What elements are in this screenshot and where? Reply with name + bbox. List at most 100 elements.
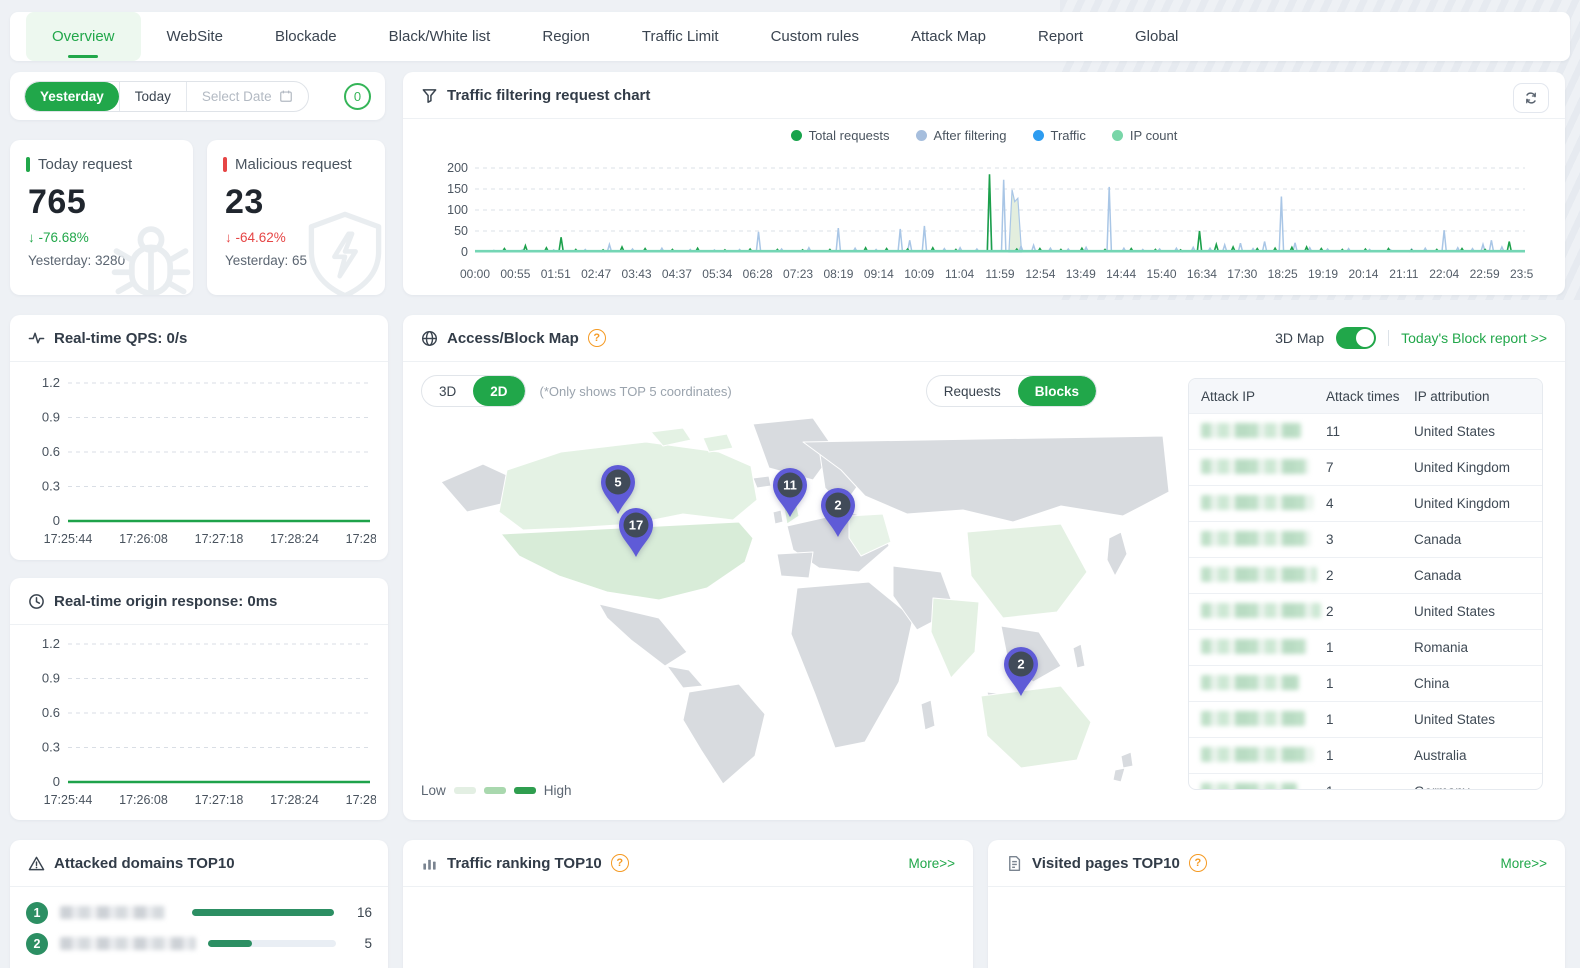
nav-tab-blockade[interactable]: Blockade bbox=[249, 12, 363, 61]
chart-legend: Total requests After filtering Traffic IP c… bbox=[403, 128, 1565, 143]
map-pin-17[interactable]: 17 bbox=[614, 505, 658, 559]
yesterday-button[interactable]: Yesterday bbox=[25, 82, 119, 111]
svg-text:150: 150 bbox=[447, 182, 468, 196]
nav-tab-attack-map[interactable]: Attack Map bbox=[885, 12, 1012, 61]
legend-dot bbox=[1112, 130, 1123, 141]
masked-ip bbox=[1201, 711, 1305, 726]
masked-ip bbox=[1201, 531, 1311, 546]
svg-text:07:23: 07:23 bbox=[783, 267, 813, 281]
notification-count-badge: 0 bbox=[344, 83, 371, 110]
refresh-icon bbox=[1523, 90, 1539, 106]
attack-ip-row: 1Germany bbox=[1189, 773, 1542, 790]
masked-ip bbox=[1201, 567, 1317, 582]
map-panel-title: Access/Block Map bbox=[447, 330, 579, 347]
attack-times: 3 bbox=[1326, 532, 1414, 547]
legend-item-total-requests[interactable]: Total requests bbox=[791, 128, 890, 143]
ip-attribution: United Kingdom bbox=[1414, 460, 1530, 475]
today-button[interactable]: Today bbox=[119, 82, 186, 111]
masked-ip bbox=[1201, 459, 1309, 474]
select-date-placeholder: Select Date bbox=[202, 89, 272, 104]
svg-text:16:34: 16:34 bbox=[1187, 267, 1217, 281]
svg-text:1.2: 1.2 bbox=[42, 375, 60, 390]
select-date-input[interactable]: Select Date bbox=[186, 82, 308, 111]
svg-text:17:27:18: 17:27:18 bbox=[195, 532, 244, 546]
nav-tab-black-white-list[interactable]: Black/White list bbox=[363, 12, 517, 61]
map-3d-toggle[interactable] bbox=[1336, 327, 1376, 349]
svg-text:0.3: 0.3 bbox=[42, 479, 60, 494]
legend-dot bbox=[1033, 130, 1044, 141]
legend-dot bbox=[916, 130, 927, 141]
visited-more-link[interactable]: More>> bbox=[1500, 856, 1547, 871]
svg-text:0.9: 0.9 bbox=[42, 671, 60, 686]
svg-text:04:37: 04:37 bbox=[662, 267, 692, 281]
visited-pages-panel: Visited pages TOP10 ? More>> bbox=[988, 840, 1565, 968]
svg-text:03:43: 03:43 bbox=[622, 267, 652, 281]
blocks-button[interactable]: Blocks bbox=[1018, 376, 1096, 406]
nav-tab-website[interactable]: WebSite bbox=[141, 12, 249, 61]
heat-swatch-mid bbox=[484, 787, 506, 794]
requests-button[interactable]: Requests bbox=[927, 376, 1018, 406]
attack-ip-row: 2Canada bbox=[1189, 557, 1542, 593]
nav-tab-overview[interactable]: Overview bbox=[26, 12, 141, 61]
svg-text:50: 50 bbox=[454, 224, 468, 238]
ranking-more-link[interactable]: More>> bbox=[908, 856, 955, 871]
map-pin-2[interactable]: 2 bbox=[999, 644, 1043, 698]
attack-ip-row: 3Canada bbox=[1189, 521, 1542, 557]
svg-text:0.3: 0.3 bbox=[42, 740, 60, 755]
masked-ip bbox=[1201, 783, 1297, 791]
divider bbox=[1388, 330, 1389, 346]
ranking-help-icon[interactable]: ? bbox=[611, 854, 629, 872]
masked-ip bbox=[1201, 495, 1313, 510]
ip-attribution: Australia bbox=[1414, 748, 1530, 763]
nav-tab-traffic-limit[interactable]: Traffic Limit bbox=[616, 12, 745, 61]
malicious-request-label-row: Malicious request bbox=[223, 156, 369, 173]
block-report-link[interactable]: Today's Block report >> bbox=[1401, 330, 1547, 346]
map-help-icon[interactable]: ? bbox=[588, 329, 606, 347]
visited-help-icon[interactable]: ? bbox=[1189, 854, 1207, 872]
svg-text:17:28:24: 17:28:24 bbox=[270, 532, 319, 546]
traffic-ranking-title: Traffic ranking TOP10 bbox=[447, 855, 602, 872]
map-note: (*Only shows TOP 5 coordinates) bbox=[540, 384, 732, 399]
svg-text:200: 200 bbox=[447, 161, 468, 175]
attack-ip-row: 1Australia bbox=[1189, 737, 1542, 773]
masked-ip bbox=[1201, 747, 1313, 762]
svg-text:17:28:24: 17:28:24 bbox=[270, 793, 319, 807]
nav-tab-region[interactable]: Region bbox=[516, 12, 616, 61]
svg-text:17:30: 17:30 bbox=[1227, 267, 1257, 281]
date-selector-card: Yesterday Today Select Date 0 bbox=[10, 72, 385, 120]
svg-text:17:27:18: 17:27:18 bbox=[195, 793, 244, 807]
map-2d-button[interactable]: 2D bbox=[473, 376, 524, 406]
svg-text:15:40: 15:40 bbox=[1147, 267, 1177, 281]
svg-text:0.6: 0.6 bbox=[42, 444, 60, 459]
map-3d-button[interactable]: 3D bbox=[422, 376, 473, 406]
map-pin-11[interactable]: 11 bbox=[768, 465, 812, 519]
svg-text:23:55: 23:55 bbox=[1510, 267, 1533, 281]
nav-tab-custom-rules[interactable]: Custom rules bbox=[745, 12, 885, 61]
nav-tab-global[interactable]: Global bbox=[1109, 12, 1204, 61]
nav-tab-report[interactable]: Report bbox=[1012, 12, 1109, 61]
attack-times: 1 bbox=[1326, 640, 1414, 655]
map-panel: Access/Block Map ? 3D Map Today's Block … bbox=[403, 315, 1565, 820]
ip-attribution: China bbox=[1414, 676, 1530, 691]
ip-attribution: Canada bbox=[1414, 532, 1530, 547]
map-pin-2[interactable]: 2 bbox=[816, 485, 860, 539]
svg-text:13:49: 13:49 bbox=[1066, 267, 1096, 281]
legend-item-ip-count[interactable]: IP count bbox=[1112, 128, 1177, 143]
attack-times: 7 bbox=[1326, 460, 1414, 475]
svg-text:0.6: 0.6 bbox=[42, 705, 60, 720]
visited-pages-title: Visited pages TOP10 bbox=[1032, 855, 1180, 872]
qps-panel: Real-time QPS: 0/s 1.20.90.60.3017:25:44… bbox=[10, 315, 388, 560]
svg-text:17:28:41: 17:28:41 bbox=[346, 532, 376, 546]
refresh-button[interactable] bbox=[1513, 83, 1549, 113]
svg-text:19:19: 19:19 bbox=[1308, 267, 1338, 281]
qps-title: Real-time QPS: 0/s bbox=[54, 330, 187, 347]
origin-chart: 1.20.90.60.3017:25:4417:26:0817:27:1817:… bbox=[24, 636, 376, 821]
pulse-icon bbox=[28, 330, 45, 347]
attack-times: 2 bbox=[1326, 568, 1414, 583]
svg-text:17: 17 bbox=[629, 518, 643, 533]
legend-item-after-filtering[interactable]: After filtering bbox=[916, 128, 1007, 143]
malicious-request-card: Malicious request 23 ↓ -64.62% Yesterday… bbox=[207, 140, 385, 295]
svg-text:18:25: 18:25 bbox=[1268, 267, 1298, 281]
legend-item-traffic[interactable]: Traffic bbox=[1033, 128, 1086, 143]
malicious-request-label: Malicious request bbox=[235, 156, 352, 173]
